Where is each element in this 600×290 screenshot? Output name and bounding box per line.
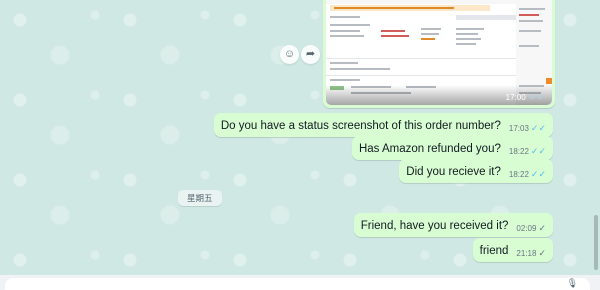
message-meta: 21:18 ✓	[516, 246, 546, 261]
message-time: 18:22	[508, 147, 529, 156]
message-meta: 17:03 ✓✓	[509, 121, 546, 136]
forward-icon[interactable]: ➦	[301, 45, 320, 64]
message-text: Friend, have you received it?	[360, 219, 509, 232]
message-bubble[interactable]: Did you recieve it? 18:22 ✓✓	[399, 159, 553, 183]
message-text: Did you recieve it?	[406, 165, 501, 178]
check-icon: ✓	[538, 248, 546, 258]
message-meta: 02:09 ✓	[516, 221, 546, 236]
message-meta: 18:22 ✓✓	[509, 144, 546, 159]
chat-scrollbar[interactable]	[594, 215, 598, 270]
message-bubble[interactable]: Do you have a status screenshot of this …	[213, 113, 553, 137]
message-text: Do you have a status screenshot of this …	[220, 119, 501, 132]
message-time: 02:09	[516, 224, 537, 233]
image-message-meta: 17:00 ✓✓	[506, 92, 545, 103]
message-meta: 18:22 ✓✓	[509, 167, 546, 182]
message-input[interactable]	[5, 278, 590, 290]
double-check-icon: ✓✓	[530, 146, 546, 156]
message-time: 17:03	[508, 124, 529, 133]
message-bubble[interactable]: friend 21:18 ✓	[472, 238, 553, 262]
order-screenshot-image[interactable]	[326, 0, 552, 105]
chat-pane: 17:00 ✓✓ ☺ ➦ Do you have a status screen…	[0, 0, 600, 275]
message-bubble[interactable]: Has Amazon refunded you? 18:22 ✓✓	[351, 136, 553, 160]
mic-icon[interactable]: 🎙	[567, 278, 578, 289]
double-check-icon: ✓✓	[530, 169, 546, 179]
message-text: friend	[479, 244, 509, 257]
message-composer: 🎙	[0, 275, 600, 290]
day-divider: 星期五	[178, 190, 222, 206]
double-check-icon: ✓✓	[530, 123, 546, 133]
check-icon: ✓	[538, 223, 546, 233]
image-message-time: 17:00	[505, 93, 526, 102]
message-bubble[interactable]: Friend, have you received it? 02:09 ✓	[353, 213, 553, 237]
double-check-icon: ✓✓	[529, 92, 545, 102]
message-time: 21:18	[516, 249, 537, 258]
emoji-icon[interactable]: ☺	[280, 45, 299, 64]
image-message[interactable]: 17:00 ✓✓	[323, 0, 555, 108]
message-text: Has Amazon refunded you?	[358, 142, 501, 155]
message-time: 18:22	[508, 170, 529, 179]
